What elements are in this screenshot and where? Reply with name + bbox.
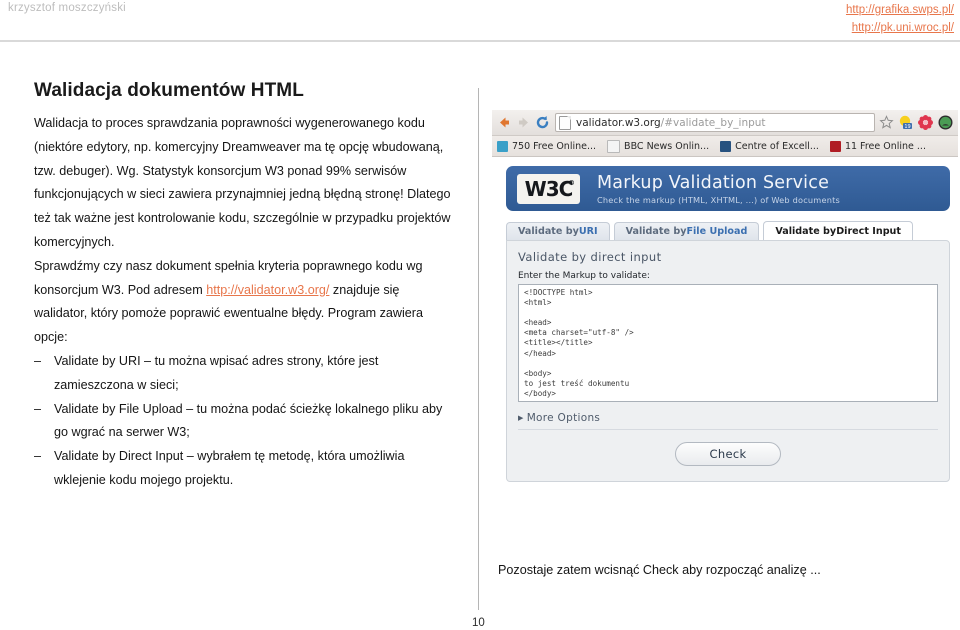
page-number: 10 bbox=[472, 617, 485, 629]
chevron-right-icon: ▶ bbox=[518, 414, 524, 422]
service-subtitle: Check the markup (HTML, XHTML, ...) of W… bbox=[597, 194, 840, 205]
w3c-banner-text: Markup Validation Service Check the mark… bbox=[597, 173, 840, 205]
bullet-dash: – bbox=[34, 401, 42, 416]
tab-highlight: URI bbox=[578, 226, 598, 237]
markup-textarea[interactable]: <!DOCTYPE html> <html> <head> <meta char… bbox=[518, 284, 938, 402]
body-line: tzw. debuger). Wg. Statystyk konsorcjum … bbox=[34, 163, 407, 178]
bookmark-label: 750 Free Online... bbox=[512, 140, 597, 152]
body-line: komercyjnych. bbox=[34, 234, 115, 249]
list-item: – Validate by Direct Input – wybrałem tę … bbox=[34, 445, 466, 469]
body-line: też tak ważne jest kontrolowanie kodu, s… bbox=[34, 211, 451, 226]
bookmark-item[interactable]: Centre of Excell... bbox=[720, 140, 819, 152]
tab-validate-by-uri[interactable]: Validate by URI bbox=[506, 222, 610, 240]
list-item-text: Validate by File Upload – tu można podać… bbox=[54, 401, 443, 416]
list-item-text-cont: go wgrać na serwer W3; bbox=[54, 425, 190, 440]
tab-highlight: Direct Input bbox=[836, 225, 901, 237]
reload-icon[interactable] bbox=[534, 114, 551, 131]
w3c-banner: W3C ® Markup Validation Service Check the… bbox=[506, 166, 950, 211]
header-link-2[interactable]: http://pk.uni.wroc.pl/ bbox=[846, 19, 954, 37]
page-title: Walidacja dokumentów HTML bbox=[34, 80, 304, 101]
bullet-dash: – bbox=[34, 353, 42, 368]
validator-tabs: Validate by URI Validate by File Upload … bbox=[506, 221, 950, 240]
w3c-logo: W3C ® bbox=[517, 173, 580, 204]
bookmark-favicon-icon bbox=[497, 140, 508, 152]
validator-panel: Validate by direct input Enter the Marku… bbox=[506, 240, 950, 482]
w3c-logo-text: W3C bbox=[524, 176, 574, 201]
flower-icon[interactable] bbox=[917, 114, 934, 131]
notification-badge-icon[interactable]: 19 bbox=[897, 114, 914, 131]
list-item-text-cont: wklejenie kodu mojego projektu. bbox=[54, 472, 234, 487]
check-button[interactable]: Check bbox=[674, 442, 782, 466]
body-line: opcje: bbox=[34, 330, 68, 345]
w3c-logo-registered: ® bbox=[568, 178, 575, 187]
list-item-text: Validate by URI – tu można wpisać adres … bbox=[54, 353, 379, 368]
back-arrow-icon[interactable] bbox=[496, 114, 513, 131]
header-link-1[interactable]: http://grafika.swps.pl/ bbox=[846, 1, 954, 19]
forward-arrow-icon bbox=[515, 114, 532, 131]
list-item: – Validate by URI – tu można wpisać adres… bbox=[34, 350, 466, 374]
url-text: validator.w3.org/#validate_by_input bbox=[576, 117, 766, 129]
bookmark-label: Centre of Excell... bbox=[735, 140, 819, 152]
bookmark-favicon-icon bbox=[829, 140, 841, 152]
browser-screenshot: validator.w3.org/#validate_by_input 19 7… bbox=[492, 110, 958, 535]
browser-viewport: W3C ® Markup Validation Service Check the… bbox=[492, 166, 958, 535]
column-divider bbox=[478, 88, 479, 610]
bookmark-label: 11 Free Online ... bbox=[844, 140, 926, 152]
list-item-text: Validate by Direct Input – wybrałem tę m… bbox=[54, 449, 405, 464]
tab-highlight: File Upload bbox=[686, 226, 748, 237]
more-options-label: More Options bbox=[526, 412, 601, 424]
browser-toolbar: validator.w3.org/#validate_by_input 19 bbox=[492, 110, 958, 136]
bookmark-favicon-icon bbox=[607, 139, 621, 153]
url-path: /#validate_by_input bbox=[660, 116, 766, 129]
tab-prefix: Validate by bbox=[625, 226, 687, 237]
bookmark-item[interactable]: BBC News Onlin... bbox=[607, 139, 710, 153]
screenshot-caption: Pozostaje zatem wcisnąć Check aby rozpoc… bbox=[498, 563, 821, 577]
author-name: krzysztof moszczyński bbox=[8, 2, 126, 14]
service-title: Markup Validation Service bbox=[597, 172, 830, 193]
markup-field-label: Enter the Markup to validate: bbox=[518, 271, 650, 281]
page-icon bbox=[559, 115, 571, 130]
slide-body: Walidacja to proces sprawdzania poprawno… bbox=[34, 112, 466, 493]
tab-prefix: Validate by bbox=[775, 225, 837, 237]
body-line: Sprawdźmy czy nasz dokument spełnia kryt… bbox=[34, 258, 423, 273]
body-line: (niektóre edytory, np. komercyjny Dreamw… bbox=[34, 139, 444, 154]
bookmark-item[interactable]: 11 Free Online ... bbox=[829, 140, 926, 152]
tab-validate-by-file-upload[interactable]: Validate by File Upload bbox=[613, 222, 760, 240]
link-prefix-text: konsorcjum W3. Pod adresem bbox=[34, 282, 207, 297]
body-line: Walidacja to proces sprawdzania poprawno… bbox=[34, 116, 425, 130]
svg-text:19: 19 bbox=[904, 124, 910, 130]
check-button-row: Check bbox=[518, 442, 938, 470]
list-item: – Validate by File Upload – tu można poda… bbox=[34, 398, 466, 422]
body-line: walidator, który pomoże poprawić ewentua… bbox=[34, 306, 423, 321]
header-divider bbox=[0, 40, 960, 42]
body-line: funkcjonujących w sieci zawiera przynajm… bbox=[34, 187, 451, 202]
url-bar[interactable]: validator.w3.org/#validate_by_input bbox=[555, 113, 875, 132]
bullet-dash: – bbox=[34, 449, 42, 464]
bookmark-item[interactable]: 750 Free Online... bbox=[497, 140, 597, 152]
bookmark-label: BBC News Onlin... bbox=[624, 140, 710, 152]
panel-title: Validate by direct input bbox=[518, 250, 662, 264]
header-links: http://grafika.swps.pl/ http://pk.uni.wr… bbox=[846, 1, 954, 37]
green-circle-icon[interactable] bbox=[937, 114, 954, 131]
more-options-toggle[interactable]: ▶ More Options bbox=[518, 412, 938, 430]
list-item-text-cont: zamieszczona w sieci; bbox=[54, 377, 179, 392]
bookmarks-bar: 750 Free Online... BBC News Onlin... Cen… bbox=[492, 136, 958, 157]
star-icon[interactable] bbox=[879, 115, 894, 130]
bookmark-favicon-icon bbox=[720, 140, 732, 152]
tab-validate-by-direct-input[interactable]: Validate by Direct Input bbox=[763, 221, 913, 240]
link-suffix-text: znajduje się bbox=[329, 282, 400, 297]
url-domain: validator.w3.org bbox=[576, 116, 661, 129]
validator-url-link[interactable]: http://validator.w3.org/ bbox=[206, 283, 329, 297]
slide-header: krzysztof moszczyński http://grafika.swp… bbox=[0, 0, 960, 40]
markup-code-text: <!DOCTYPE html> <html> <head> <meta char… bbox=[524, 288, 634, 398]
body-line-with-link: konsorcjum W3. Pod adresem http://valida… bbox=[34, 279, 466, 303]
tab-prefix: Validate by bbox=[518, 226, 579, 237]
